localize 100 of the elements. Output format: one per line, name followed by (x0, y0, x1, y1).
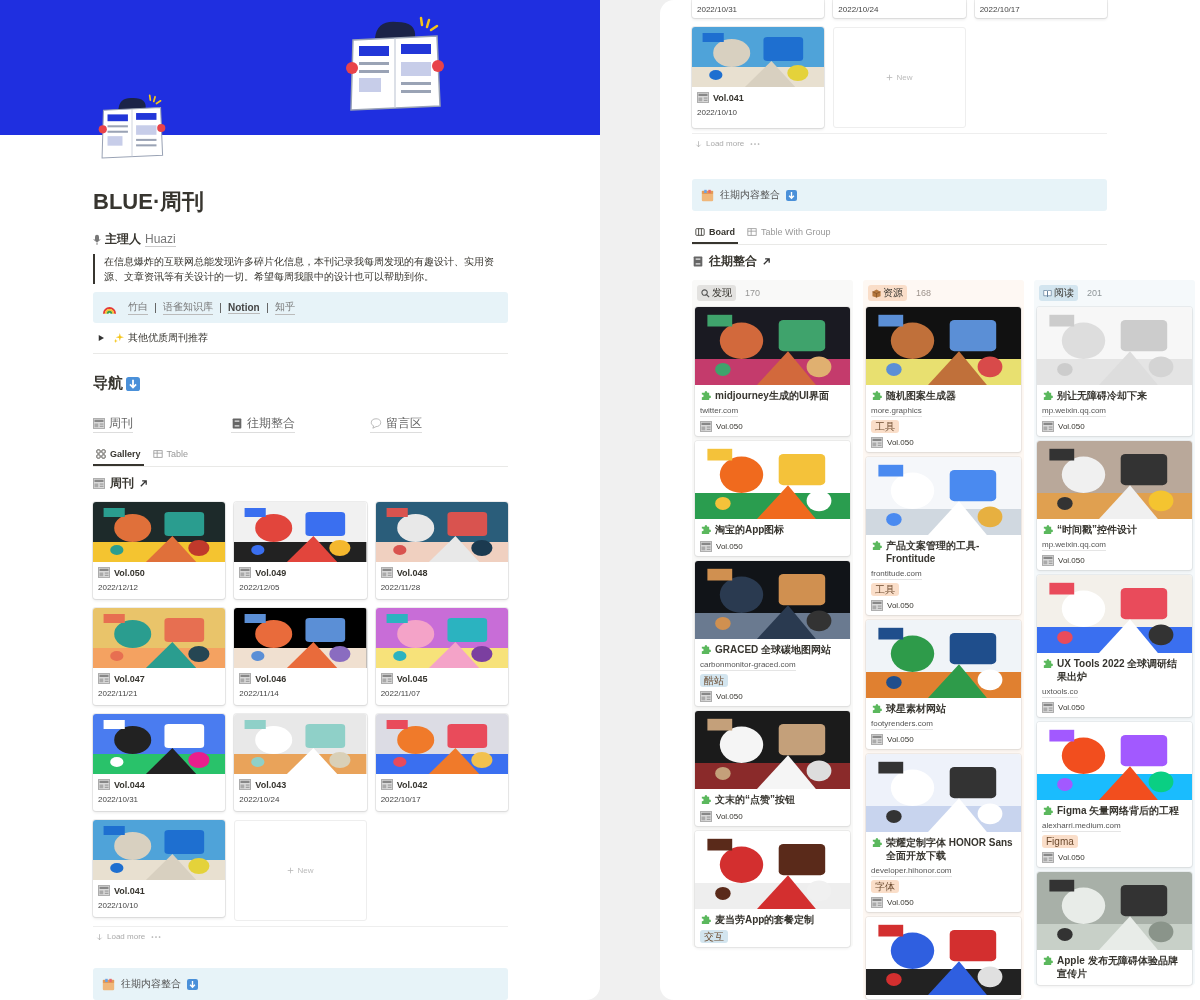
owner-link[interactable]: Huazi (145, 232, 176, 247)
newspaper-icon (239, 673, 252, 684)
link[interactable]: 语雀知识库 (163, 300, 213, 315)
gallery-card[interactable]: 2022/10/17 (974, 0, 1107, 18)
newspaper-icon (1042, 702, 1054, 713)
relation-link[interactable]: Vol.050 (1058, 556, 1085, 565)
card-title: 产品文案管理的工具-Frontitude (886, 539, 981, 565)
board-card[interactable]: 球星素材网站 footyrenders.com Vol.050 (866, 620, 1021, 749)
puzzle-icon (700, 644, 711, 655)
card-title: Apple 发布无障碍体验品牌宣传片 (1057, 954, 1179, 980)
microphone-icon (93, 233, 101, 246)
newspaper-icon (700, 541, 712, 552)
board-card[interactable]: Figma 矢量网络背后的工程 alexharri.medium.com Figma Vol.050 (1037, 722, 1192, 867)
puzzle-icon (700, 524, 711, 535)
puzzle-icon (1042, 658, 1053, 669)
nav-link[interactable]: 往期整合 (231, 415, 296, 433)
database-title[interactable]: 周刊 (110, 475, 134, 492)
board-card[interactable]: 随机图案生成器 more.graphics 工具 Vol.050 (866, 307, 1021, 452)
view-tab[interactable]: Gallery (93, 445, 144, 466)
newspaper-icon (1042, 852, 1054, 863)
card-domain[interactable]: alexharri.medium.com (1042, 820, 1121, 832)
board-card[interactable]: 荣耀定制字体 HONOR Sans 全面开放下载 developer.hihonor.com 字体 Vol.050 (866, 754, 1021, 912)
board-card[interactable]: 产品文案管理的工具-Frontitude frontitude.com 工具 Vol.050 (866, 457, 1021, 615)
gallery-card[interactable]: 2022/10/24 (833, 0, 966, 18)
card-title: Vol.042 (396, 779, 428, 790)
gallery-card[interactable]: Vol.041 2022/10/10 (692, 27, 825, 128)
card-domain[interactable]: uxtools.co (1042, 686, 1079, 698)
file-cabinet-icon (692, 256, 704, 267)
relation-link[interactable]: Vol.050 (1058, 703, 1085, 712)
group-tag: 阅读 (1039, 285, 1078, 301)
card-title: Vol.048 (396, 567, 428, 578)
toggle-triangle-icon[interactable] (98, 335, 104, 341)
group-tag: 资源 (868, 285, 907, 301)
gallery-card[interactable]: 2022/10/31 (692, 0, 825, 18)
relation-link[interactable]: Vol.050 (716, 812, 743, 821)
board-card[interactable]: “时间戳”控件设计 mp.weixin.qq.com Vol.050 (1037, 441, 1192, 570)
card-domain[interactable]: carbonmonitor-graced.com (700, 659, 796, 671)
card-title: Vol.049 (255, 567, 287, 578)
box-icon (872, 288, 881, 298)
database-title[interactable]: 往期整合 (709, 253, 757, 270)
card-domain[interactable]: more.graphics (871, 405, 922, 417)
board-card[interactable]: midjourney生成的UI界面 twitter.com Vol.050 (695, 307, 850, 436)
link[interactable]: 知乎 (274, 300, 295, 315)
gallery-card[interactable]: Vol.042 2022/10/17 (375, 714, 508, 811)
gallery-card[interactable]: Vol.043 2022/10/24 (234, 714, 367, 811)
card-domain[interactable]: twitter.com (700, 405, 739, 417)
relation-link[interactable]: Vol.050 (716, 692, 743, 701)
board-card[interactable]: 文末的“点赞”按钮 Vol.050 (695, 711, 850, 826)
gallery-card[interactable]: Vol.048 2022/11/28 (375, 502, 508, 599)
arrow-icon (139, 479, 148, 488)
newspaper-icon (380, 673, 393, 684)
link[interactable]: Notion (228, 301, 260, 314)
relation-link[interactable]: Vol.050 (1058, 853, 1085, 862)
down-arrow-icon (786, 189, 797, 201)
board-card[interactable]: 麦当劳App的套餐定制 交互 (695, 831, 850, 947)
down-arrow-icon (695, 139, 702, 148)
toggle-label[interactable]: 其他优质周刊推荐 (128, 331, 208, 345)
gallery-card[interactable]: Vol.050 2022/12/12 (93, 502, 226, 599)
newspaper-icon (239, 779, 252, 790)
view-tab[interactable]: Board (692, 223, 738, 244)
card-tag: 字体 (871, 880, 899, 893)
board-card[interactable]: 别让无障碍冷却下来 mp.weixin.qq.com Vol.050 (1037, 307, 1192, 436)
card-title: Vol.043 (255, 779, 287, 790)
card-domain[interactable]: frontitude.com (871, 568, 922, 580)
relation-link[interactable]: Vol.050 (716, 542, 743, 551)
nav-link[interactable]: 留言区 (369, 415, 422, 433)
relation-link[interactable]: Vol.050 (716, 422, 743, 431)
card-tag: 交互 (700, 930, 728, 943)
relation-link[interactable]: Vol.050 (887, 601, 914, 610)
board-card[interactable]: UX Tools 2022 全球调研结果出炉 uxtools.co Vol.050 (1037, 575, 1192, 717)
gallery-card[interactable]: Vol.049 2022/12/05 (234, 502, 367, 599)
card-domain[interactable]: developer.hihonor.com (871, 865, 952, 877)
card-title: 淘宝的App图标 (715, 523, 785, 536)
relation-link[interactable]: Vol.050 (887, 735, 914, 744)
group-count: 168 (916, 288, 932, 298)
gallery-card[interactable]: Vol.041 2022/10/10 (93, 820, 226, 917)
newspaper-icon (1042, 555, 1054, 566)
gallery-icon (96, 449, 106, 459)
card-domain[interactable]: mp.weixin.qq.com (1042, 405, 1107, 417)
card-title: Vol.044 (114, 779, 145, 790)
relation-link[interactable]: Vol.050 (887, 438, 914, 447)
card-domain[interactable]: footyrenders.com (871, 718, 933, 730)
board-card[interactable]: GRACED 全球碳地图网站 carbonmonitor-graced.com 酷站 Vol.050 (695, 561, 850, 706)
gallery-card[interactable]: Vol.047 2022/11/21 (93, 608, 226, 705)
relation-link[interactable]: Vol.050 (887, 898, 914, 907)
nav-link[interactable]: 周刊 (93, 415, 133, 433)
link[interactable]: 竹白 (128, 300, 148, 315)
more-icon[interactable] (151, 934, 162, 939)
gallery-card[interactable]: Vol.045 2022/11/07 (375, 608, 508, 705)
card-date: 2022/10/17 (379, 794, 422, 806)
more-icon[interactable] (750, 141, 761, 146)
gallery-card[interactable]: Vol.046 2022/11/14 (234, 608, 367, 705)
relation-link[interactable]: Vol.050 (1058, 422, 1085, 431)
gallery-card[interactable]: Vol.044 2022/10/31 (93, 714, 226, 811)
card-domain[interactable]: mp.weixin.qq.com (1042, 539, 1107, 551)
newspaper-icon (98, 885, 110, 896)
group-count: 170 (745, 288, 761, 298)
board-card[interactable]: Apple 发布无障碍体验品牌宣传片 (1037, 872, 1192, 985)
newspaper-icon (871, 734, 883, 745)
board-card[interactable]: 淘宝的App图标 Vol.050 (695, 441, 850, 556)
